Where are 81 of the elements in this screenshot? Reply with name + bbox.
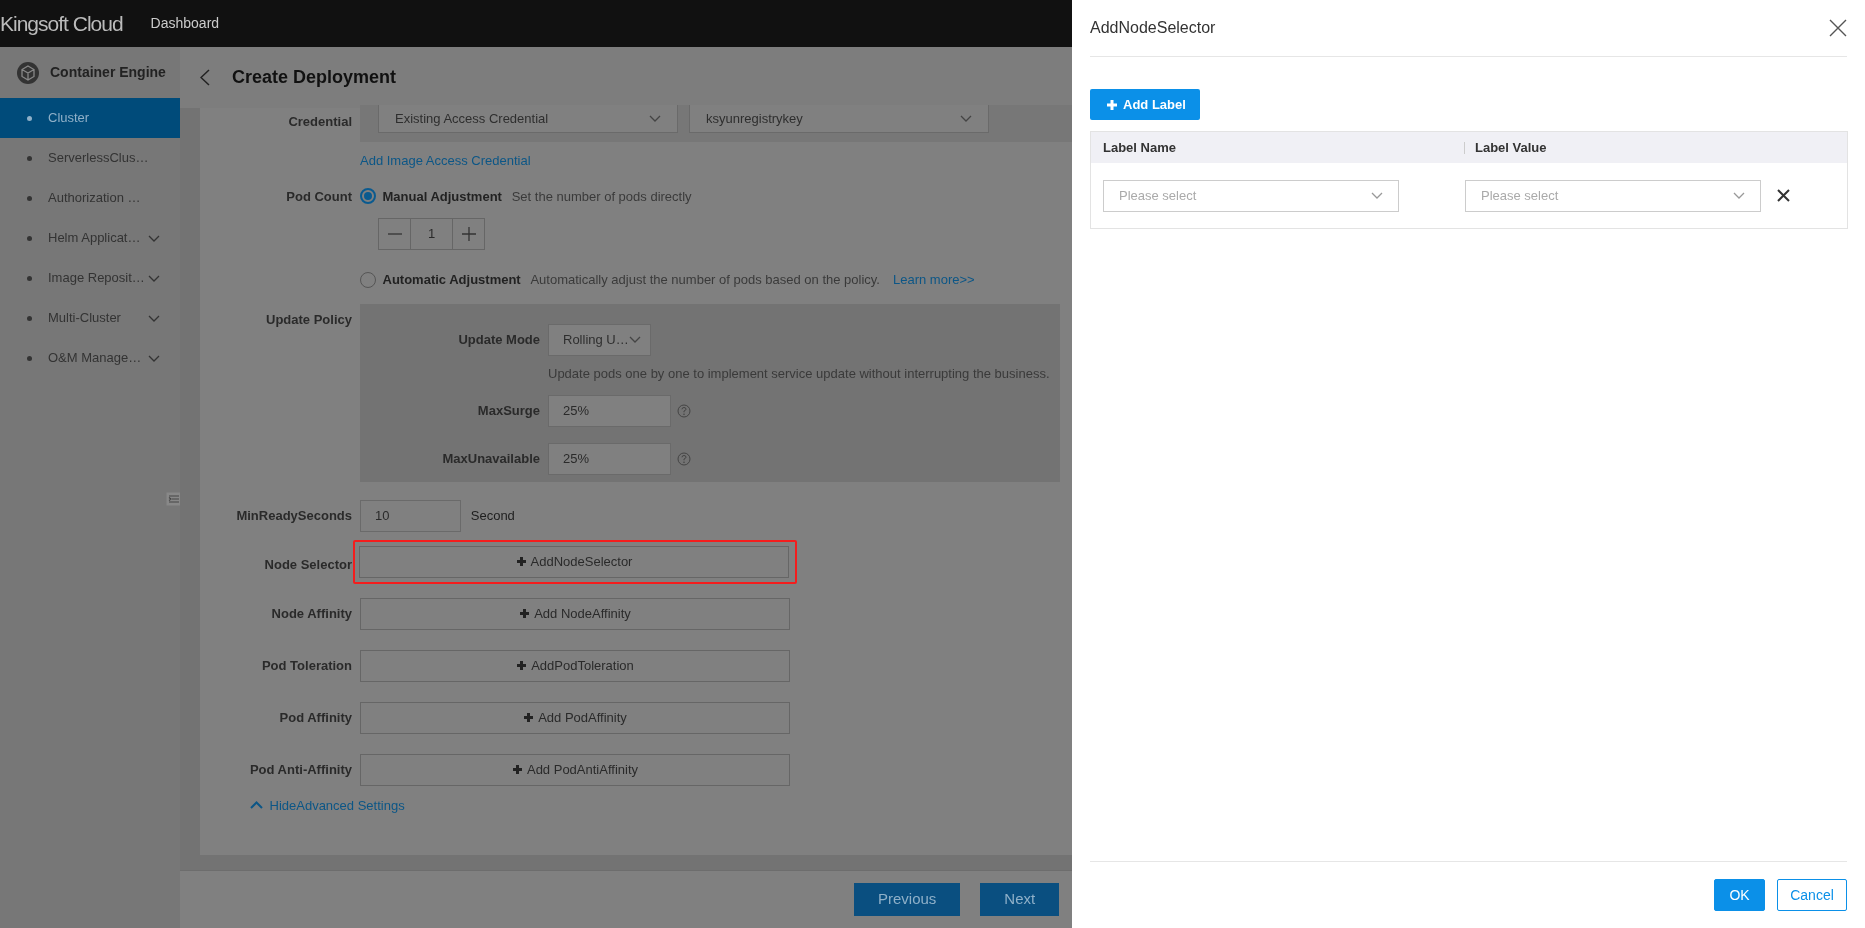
- sidebar-item[interactable]: Authorization …: [0, 178, 180, 218]
- sidebar-item[interactable]: Helm Applicat…: [0, 218, 180, 258]
- chevron-down-icon: [1371, 192, 1383, 199]
- plus-icon: [515, 556, 527, 567]
- field-label: Pod Count: [285, 187, 352, 206]
- minus-icon: [387, 233, 402, 235]
- help-text: Update pods one by one to implement service update without interrupting the business.: [548, 364, 1051, 383]
- add-button[interactable]: Add PodAffinity: [360, 701, 790, 734]
- select-field[interactable]: Please select: [1465, 179, 1761, 212]
- help-icon: [677, 404, 691, 418]
- add-button[interactable]: Add PodAntiAffinity: [360, 753, 790, 786]
- footer-button[interactable]: Previous: [854, 883, 961, 916]
- sidebar-title: Container Engine: [50, 63, 166, 82]
- add-button[interactable]: AddNodeSelector: [359, 545, 789, 578]
- field-label: Pod Toleration: [260, 656, 352, 675]
- select-field[interactable]: Rolling U…: [548, 323, 651, 356]
- field-label: Node Affinity: [270, 604, 352, 623]
- ok-button[interactable]: OK: [1714, 879, 1765, 911]
- hint-text: Automatically adjust the number of pods based on the policy.: [530, 271, 880, 289]
- learn-more-link[interactable]: Learn more>>: [893, 270, 975, 290]
- option-label: Manual Adjustment: [382, 187, 502, 206]
- add-button[interactable]: Add NodeAffinity: [360, 597, 790, 630]
- plus-icon: [511, 764, 523, 775]
- help-icon: [677, 452, 691, 466]
- sidebar-item[interactable]: Image Reposit…: [0, 258, 180, 298]
- drawer-title: AddNodeSelector: [1090, 18, 1216, 38]
- sidebar-item[interactable]: O&M Manage…: [0, 338, 180, 378]
- sidebar-item[interactable]: Multi-Cluster: [0, 298, 180, 338]
- plus-icon: [1106, 98, 1118, 111]
- column-header: Label Value: [1464, 141, 1547, 154]
- chevron-down-icon: [649, 115, 661, 122]
- page-title: Create Deployment: [232, 66, 397, 89]
- text-input[interactable]: 25%: [548, 395, 671, 427]
- add-credential-link[interactable]: Add Image Access Credential: [360, 153, 531, 168]
- chevron-down-icon: [628, 336, 641, 343]
- radio-button[interactable]: [360, 271, 376, 288]
- remove-row-button[interactable]: [1774, 189, 1791, 202]
- hint-text: Set the number of pods directly: [511, 187, 692, 206]
- close-icon: [1829, 19, 1847, 37]
- field-label: Pod Affinity: [278, 708, 352, 727]
- chevron-down-icon: [148, 314, 160, 322]
- chevron-down-icon: [148, 234, 160, 242]
- select-field[interactable]: Please select: [1103, 179, 1399, 212]
- close-button[interactable]: [1829, 19, 1847, 37]
- field-label: Update Mode: [457, 330, 540, 349]
- chevron-down-icon: [1733, 192, 1745, 199]
- field-label: Update Policy: [265, 310, 352, 329]
- field-label: MaxUnavailable: [441, 450, 540, 469]
- column-header: Label Name: [1102, 138, 1177, 157]
- chevron-up-icon: [250, 801, 263, 810]
- sidebar-item[interactable]: Cluster: [0, 98, 180, 138]
- field-label: Credential: [287, 112, 352, 131]
- cube-icon: [16, 60, 40, 85]
- chevron-down-icon: [148, 274, 160, 282]
- chevron-down-icon: [148, 354, 160, 362]
- field-label: MaxSurge: [476, 402, 540, 421]
- select-field[interactable]: Existing Access Credential: [378, 105, 678, 133]
- plus-icon: [519, 608, 531, 619]
- text-input[interactable]: 25%: [548, 443, 671, 475]
- option-label: Automatic Adjustment: [382, 271, 521, 289]
- cancel-button[interactable]: Cancel: [1777, 879, 1847, 911]
- add-button[interactable]: AddPodToleration: [360, 649, 790, 682]
- field-label: Pod Anti-Affinity: [248, 760, 352, 779]
- plus-icon: [516, 660, 528, 671]
- field-label: MinReadySeconds: [235, 506, 352, 525]
- add-label-button[interactable]: Add Label: [1090, 89, 1200, 120]
- close-icon: [1777, 189, 1791, 202]
- field-label: Node Selector: [263, 555, 352, 574]
- text-input[interactable]: 10: [360, 499, 461, 532]
- footer-button[interactable]: Next: [980, 883, 1060, 916]
- brand-logo[interactable]: Kingsoft Cloud: [0, 7, 123, 40]
- back-icon[interactable]: [200, 69, 210, 86]
- sidebar-item[interactable]: ServerlessClus…: [0, 138, 180, 178]
- plus-icon: [461, 227, 476, 241]
- unit-label: Second: [469, 506, 515, 525]
- number-stepper[interactable]: 1: [378, 218, 485, 250]
- plus-icon: [523, 712, 535, 723]
- select-field[interactable]: ksyunregistrykey: [689, 105, 989, 133]
- chevron-down-icon: [960, 115, 972, 122]
- radio-button[interactable]: [360, 188, 376, 205]
- nav-link[interactable]: Dashboard: [150, 13, 220, 34]
